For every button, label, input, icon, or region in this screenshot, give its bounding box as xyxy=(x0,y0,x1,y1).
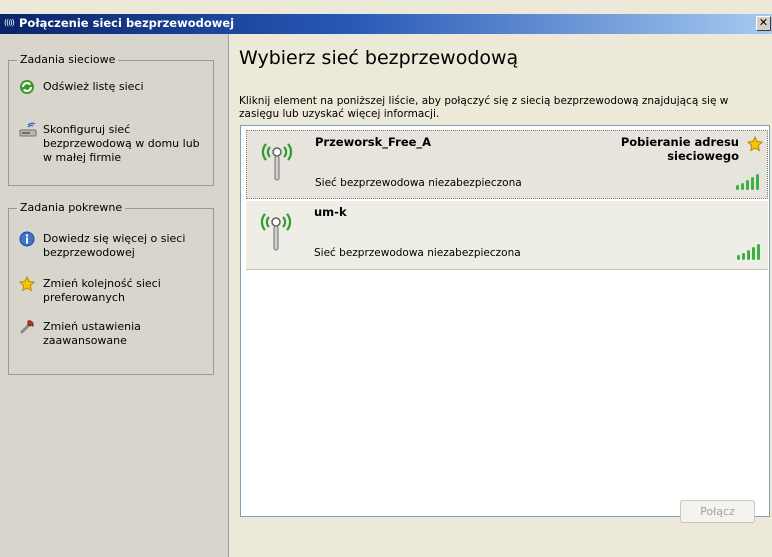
network-name: Przeworsk_Free_A xyxy=(315,135,432,149)
refresh-icon xyxy=(19,79,35,95)
related-tasks-caption: Zadania pokrewne xyxy=(17,201,126,214)
star-icon xyxy=(18,275,36,292)
instructions-text: Kliknij element na poniższej liście, aby… xyxy=(239,95,729,120)
network-item-um-k[interactable]: um-k Sieć bezprzewodowa niezabezpieczona xyxy=(246,201,768,270)
task-learn-more-label: Dowiedz się więcej o sieci bezprzewodowe… xyxy=(43,232,186,259)
wireless-network-icon xyxy=(257,135,297,191)
network-name: um-k xyxy=(314,205,347,219)
network-tasks-group: Zadania sieciowe Odśwież listę sieci Sko… xyxy=(8,53,214,186)
task-setup-label: Skonfiguruj sieć bezprzewodową w domu lu… xyxy=(43,123,200,164)
task-change-preferred-order[interactable]: Zmień kolejność sieci preferowanych xyxy=(18,275,209,316)
info-icon xyxy=(19,231,35,247)
task-advanced-settings-label: Zmień ustawienia zaawansowane xyxy=(43,320,141,347)
network-tasks-caption: Zadania sieciowe xyxy=(17,53,119,66)
network-security: Sieć bezprzewodowa niezabezpieczona xyxy=(315,177,522,189)
network-list[interactable]: Przeworsk_Free_A Pobieranie adresu sieci… xyxy=(240,125,770,517)
task-preferred-order-label: Zmień kolejność sieci preferowanych xyxy=(43,277,161,304)
task-refresh-label: Odśwież listę sieci xyxy=(43,80,144,93)
task-setup-wireless-network[interactable]: Skonfiguruj sieć bezprzewodową w domu lu… xyxy=(19,122,209,170)
wireless-network-icon xyxy=(256,205,296,261)
related-tasks-group: Zadania pokrewne Dowiedz się więcej o si… xyxy=(8,201,214,375)
title-bar[interactable]: ((ı)) Połączenie sieci bezprzewodowej ✕ xyxy=(0,14,772,34)
wireless-antenna-icon: ((ı)) xyxy=(4,18,15,27)
task-refresh-network-list[interactable]: Odśwież listę sieci xyxy=(19,79,209,119)
network-item-przeworsk-free-a[interactable]: Przeworsk_Free_A Pobieranie adresu sieci… xyxy=(246,130,768,199)
signal-strength-icon xyxy=(735,173,761,191)
page-title: Wybierz sieć bezprzewodową xyxy=(239,47,519,69)
setup-wizard-icon xyxy=(19,122,37,138)
connect-button[interactable]: Połącz xyxy=(680,500,755,523)
network-security: Sieć bezprzewodowa niezabezpieczona xyxy=(314,247,521,259)
window-title: Połączenie sieci bezprzewodowej xyxy=(19,16,235,30)
task-change-advanced-settings[interactable]: Zmień ustawienia zaawansowane xyxy=(19,319,209,359)
signal-strength-icon xyxy=(736,243,762,261)
preferred-network-star-icon xyxy=(746,135,764,152)
close-icon: ✕ xyxy=(758,16,769,29)
task-learn-more-wireless[interactable]: Dowiedz się więcej o sieci bezprzewodowe… xyxy=(19,231,209,271)
wireless-connection-window: ((ı)) Połączenie sieci bezprzewodowej ✕ … xyxy=(0,0,772,557)
main-area: Wybierz sieć bezprzewodową Kliknij eleme… xyxy=(229,34,772,557)
close-button[interactable]: ✕ xyxy=(756,16,771,31)
task-pane: Zadania sieciowe Odśwież listę sieci Sko… xyxy=(0,34,229,557)
settings-icon xyxy=(19,319,35,335)
network-status: Pobieranie adresu sieciowego xyxy=(620,135,739,163)
